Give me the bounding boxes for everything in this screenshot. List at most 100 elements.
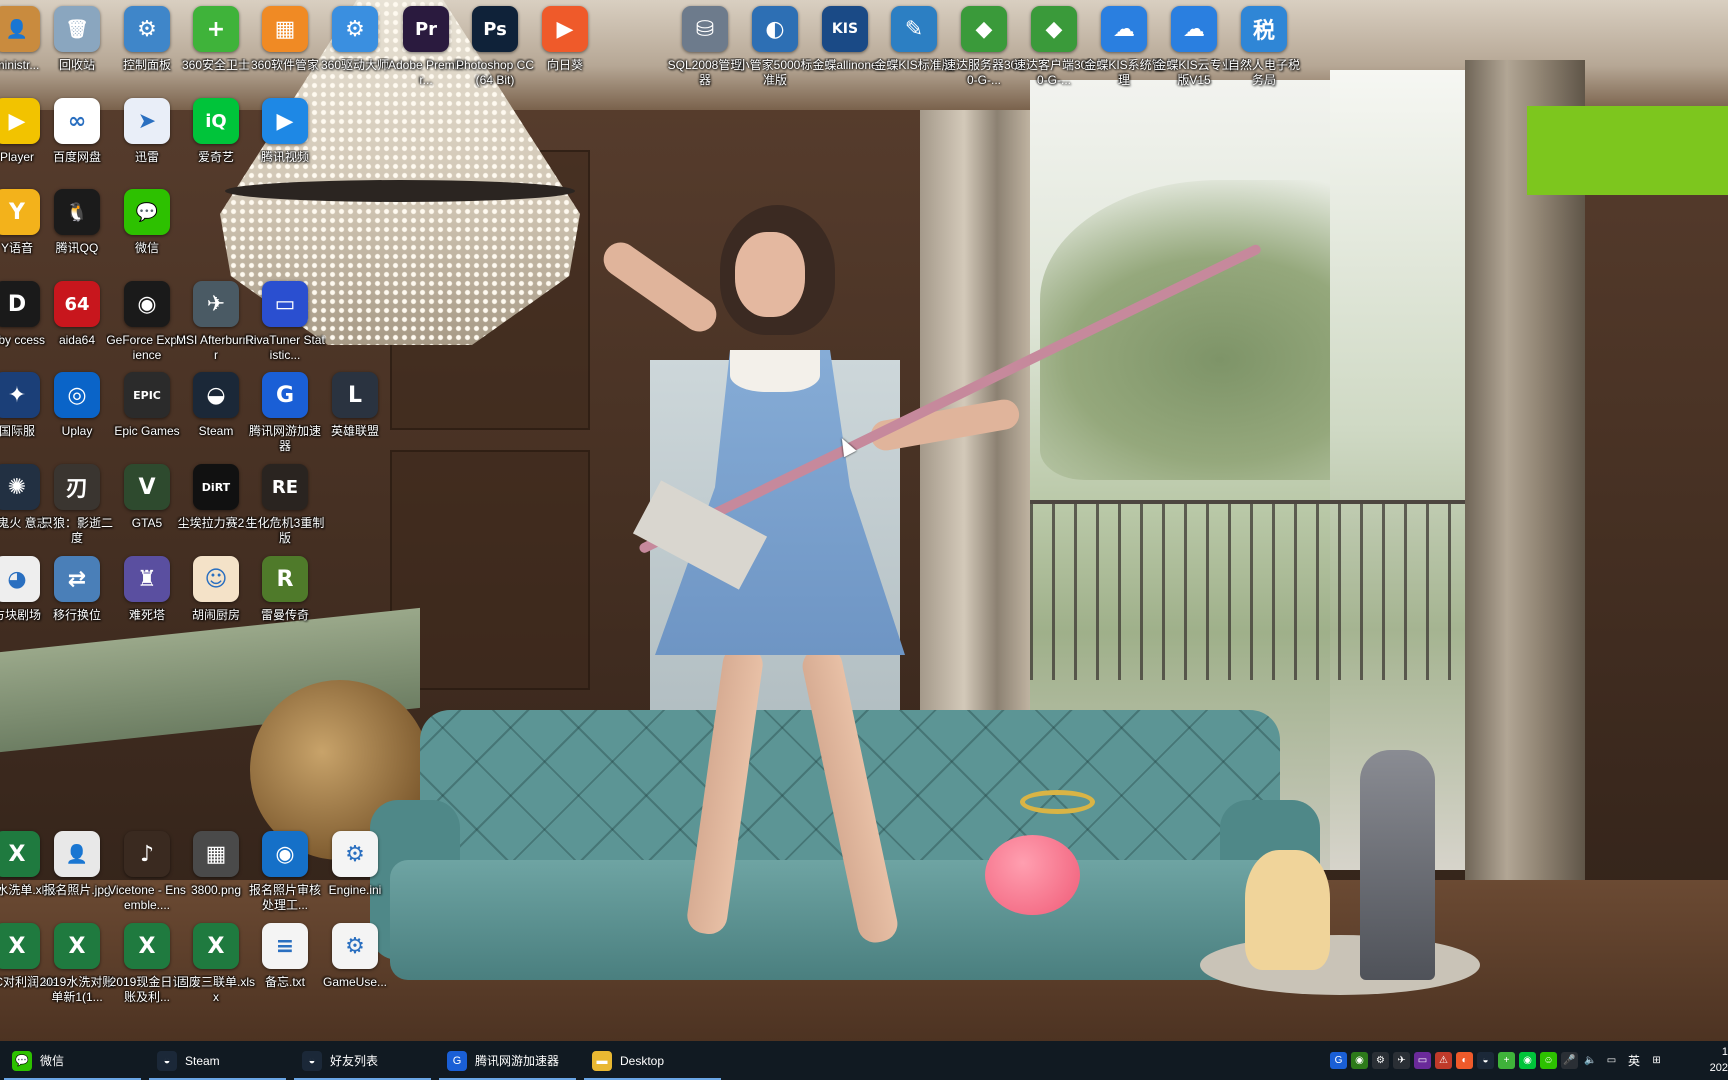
desktop-icon[interactable]: ◎ Uplay [40,372,114,458]
gta5-icon: V [124,464,170,510]
taskbar-clock[interactable]: 1 202 [1694,1044,1728,1076]
taskbar-app[interactable]: 💬 微信 [0,1041,145,1080]
desktop-icon[interactable]: 税自然人电子税务局 [1227,6,1301,92]
rivatuner-tray-icon[interactable]: ▭ [1414,1052,1431,1069]
desktop-icon[interactable]: ◐ 小管家5000标准版 [738,6,812,92]
iqiyi-icon: iQ [193,98,239,144]
afterburner-tray-icon[interactable]: ✈ [1393,1052,1410,1069]
desktop-icon[interactable]: ⛁ SQL2008管理器 [668,6,742,92]
desktop-icon[interactable]: ◉ GeForce Experience [106,281,188,367]
desktop-icon[interactable]: +360安全卫士 [179,6,253,92]
desktop-icon-label: 向日葵 [546,58,583,72]
sunflower-tray-icon[interactable]: ◐ [1456,1052,1473,1069]
ghost-game-icon: ✺ [0,464,40,510]
excel-file-icon: X [124,923,170,969]
thunder-icon: ➤ [124,98,170,144]
taskbar-app[interactable]: ◒ 好友列表 [290,1041,435,1080]
volume-tray-icon[interactable]: 🔈 [1582,1052,1599,1069]
desktop-icon[interactable]: X 2019水洗对账单新1(1... [40,923,114,1009]
taskbar-app[interactable]: ◒ Steam [145,1041,290,1080]
steam-tray-icon[interactable]: ◒ [1477,1052,1494,1069]
network-tray-icon[interactable]: ▭ [1603,1052,1620,1069]
taskbar-app[interactable]: ▬ Desktop [580,1041,725,1080]
music-file-icon: ♪ [124,831,170,877]
desktop-icon[interactable]: iQ 爱奇艺 [179,98,253,184]
wallpaper-pink-creature [985,835,1080,915]
clock-time: 1 [1721,1046,1728,1058]
security-tray-icon[interactable]: ⚠ [1435,1052,1452,1069]
desktop-icon[interactable]: 🗑 回收站 [40,6,114,92]
wallpaper-balcony-rail [1030,500,1500,680]
desktop-icon[interactable]: ♜ 难死塔 [110,556,184,642]
desktop-icon[interactable]: DiRT 尘埃拉力赛2.0 [178,464,254,550]
desktop-icon[interactable]: ▶ 腾讯视频 [248,98,322,184]
desktop-icon[interactable]: ▦ 3800.png [179,831,253,917]
settings-tray-icon[interactable]: ⚙ [1372,1052,1389,1069]
wallpaper-halo [1020,790,1095,814]
desktop-icon[interactable]: 刃只狼：影逝二度 [40,464,114,550]
desktop-icon-label: RivaTuner Statistic... [245,333,325,362]
wechat-tray-icon[interactable]: ☺ [1540,1052,1557,1069]
desktop-icon[interactable]: 64 aida64 [40,281,114,367]
desktop-icon[interactable]: ☁ 金蝶KIS云专业版V15 [1154,6,1234,92]
desktop-icon[interactable]: Ps Photoshop CC (64 Bit) [456,6,534,92]
desktop-icon[interactable]: ⚙ 360驱动大师 [318,6,392,92]
desktop-icon[interactable]: ◆ 速达服务器3000-G-... [944,6,1024,92]
desktop-icon[interactable]: ➤ 迅雷 [110,98,184,184]
nvidia-tray-icon[interactable]: ◉ [1351,1052,1368,1069]
mic-tray-icon[interactable]: 🎤 [1561,1052,1578,1069]
desktop-icon[interactable]: ◆ 速达客户端3000-G-... [1014,6,1094,92]
text-file-icon: ≡ [262,923,308,969]
suda-client-icon: ◆ [1031,6,1077,52]
desktop-icon[interactable]: G 腾讯网游加速器 [248,372,322,458]
desktop-icon[interactable]: ◉ 报名照片审核处理工... [248,831,322,917]
iqiyi-tray-icon[interactable]: ◉ [1519,1052,1536,1069]
desktop-icon[interactable]: RE 生化危机3重制版 [246,464,324,550]
wallpaper-sofa-seat [390,860,1290,980]
desktop-icon[interactable]: L 英雄联盟 [318,372,392,458]
desktop-icon-label: 360驱动大师 [320,58,390,72]
360-tray-icon[interactable]: + [1498,1052,1515,1069]
desktop-icon[interactable]: ▭ RivaTuner Statistic... [245,281,325,367]
desktop-icon[interactable]: ≡ 备忘.txt [248,923,322,1009]
desktop-icon-label: 腾讯视频 [260,150,309,164]
desktop-icon[interactable]: EPIC Epic Games [110,372,184,458]
desktop-icon[interactable]: ▦ 360软件管家 [248,6,322,92]
desktop-icon[interactable]: ♪ Vicetone - Ensemble.... [108,831,186,917]
sunflower-icon: ▶ [542,6,588,52]
desktop-icon[interactable]: R 雷曼传奇 [248,556,322,642]
taskbar-app[interactable]: G 腾讯网游加速器 [435,1041,580,1080]
desktop-icon[interactable]: ▶ 向日葵 [528,6,602,92]
geforce-icon: ◉ [124,281,170,327]
desktop-icon[interactable]: ☺ 胡闹厨房 [179,556,253,642]
desktop-icon[interactable]: ✈ MSI Afterburner [176,281,256,367]
input-language-indicator[interactable]: 英 [1624,1052,1644,1069]
desktop-icon[interactable]: ✎ 金蝶KIS标准版 [874,6,954,92]
desktop-icon[interactable]: ⚙ Engine.ini [318,831,392,917]
desktop-icon[interactable]: 💬 微信 [110,189,184,275]
desktop-icon[interactable]: KIS 金蝶allinone [808,6,882,92]
desktop-icon[interactable]: V GTA5 [110,464,184,550]
premiere-icon: Pr [403,6,449,52]
desktop-icon[interactable]: X 2019现金日记账及利... [110,923,184,1009]
yy-voice-icon: Y [0,189,40,235]
taskbar-app-label: 微信 [40,1054,65,1068]
desktop-icon[interactable]: Pr Adobe Premier... [388,6,464,92]
wallpaper-side-table [1200,935,1480,995]
desktop-icon[interactable]: 👤 报名照片.jpg [40,831,114,917]
desktop-icon[interactable]: 🐧 腾讯QQ [40,189,114,275]
taskbar-app-label: 好友列表 [330,1054,379,1068]
dolby-icon: D [0,281,40,327]
desktop-icon[interactable]: ⇄ 移行换位 [40,556,114,642]
aida64-icon: 64 [54,281,100,327]
photoshop-icon: Ps [472,6,518,52]
desktop-icon[interactable]: ⚙ GameUse... [318,923,392,1009]
desktop-icon[interactable]: X 固废三联单.xlsx [177,923,255,1009]
taskbar: 💬 微信 ◒ Steam ◒ 好友列表 G 腾讯网游加速器 ▬ Desktop G ◉ ⚙ ✈ ▭ ⚠ ◐ ◒ +… [0,1041,1728,1080]
desktop-icon[interactable]: ∞ 百度网盘 [40,98,114,184]
desktop-icon[interactable]: ⚙ 控制面板 [110,6,184,92]
desktop-icon[interactable]: ◒ Steam [179,372,253,458]
input-grid-icon[interactable]: ⊞ [1648,1052,1665,1069]
desktop-icon[interactable]: ☁ 金蝶KIS系统管理 [1084,6,1164,92]
accelerator-tray-icon[interactable]: G [1330,1052,1347,1069]
